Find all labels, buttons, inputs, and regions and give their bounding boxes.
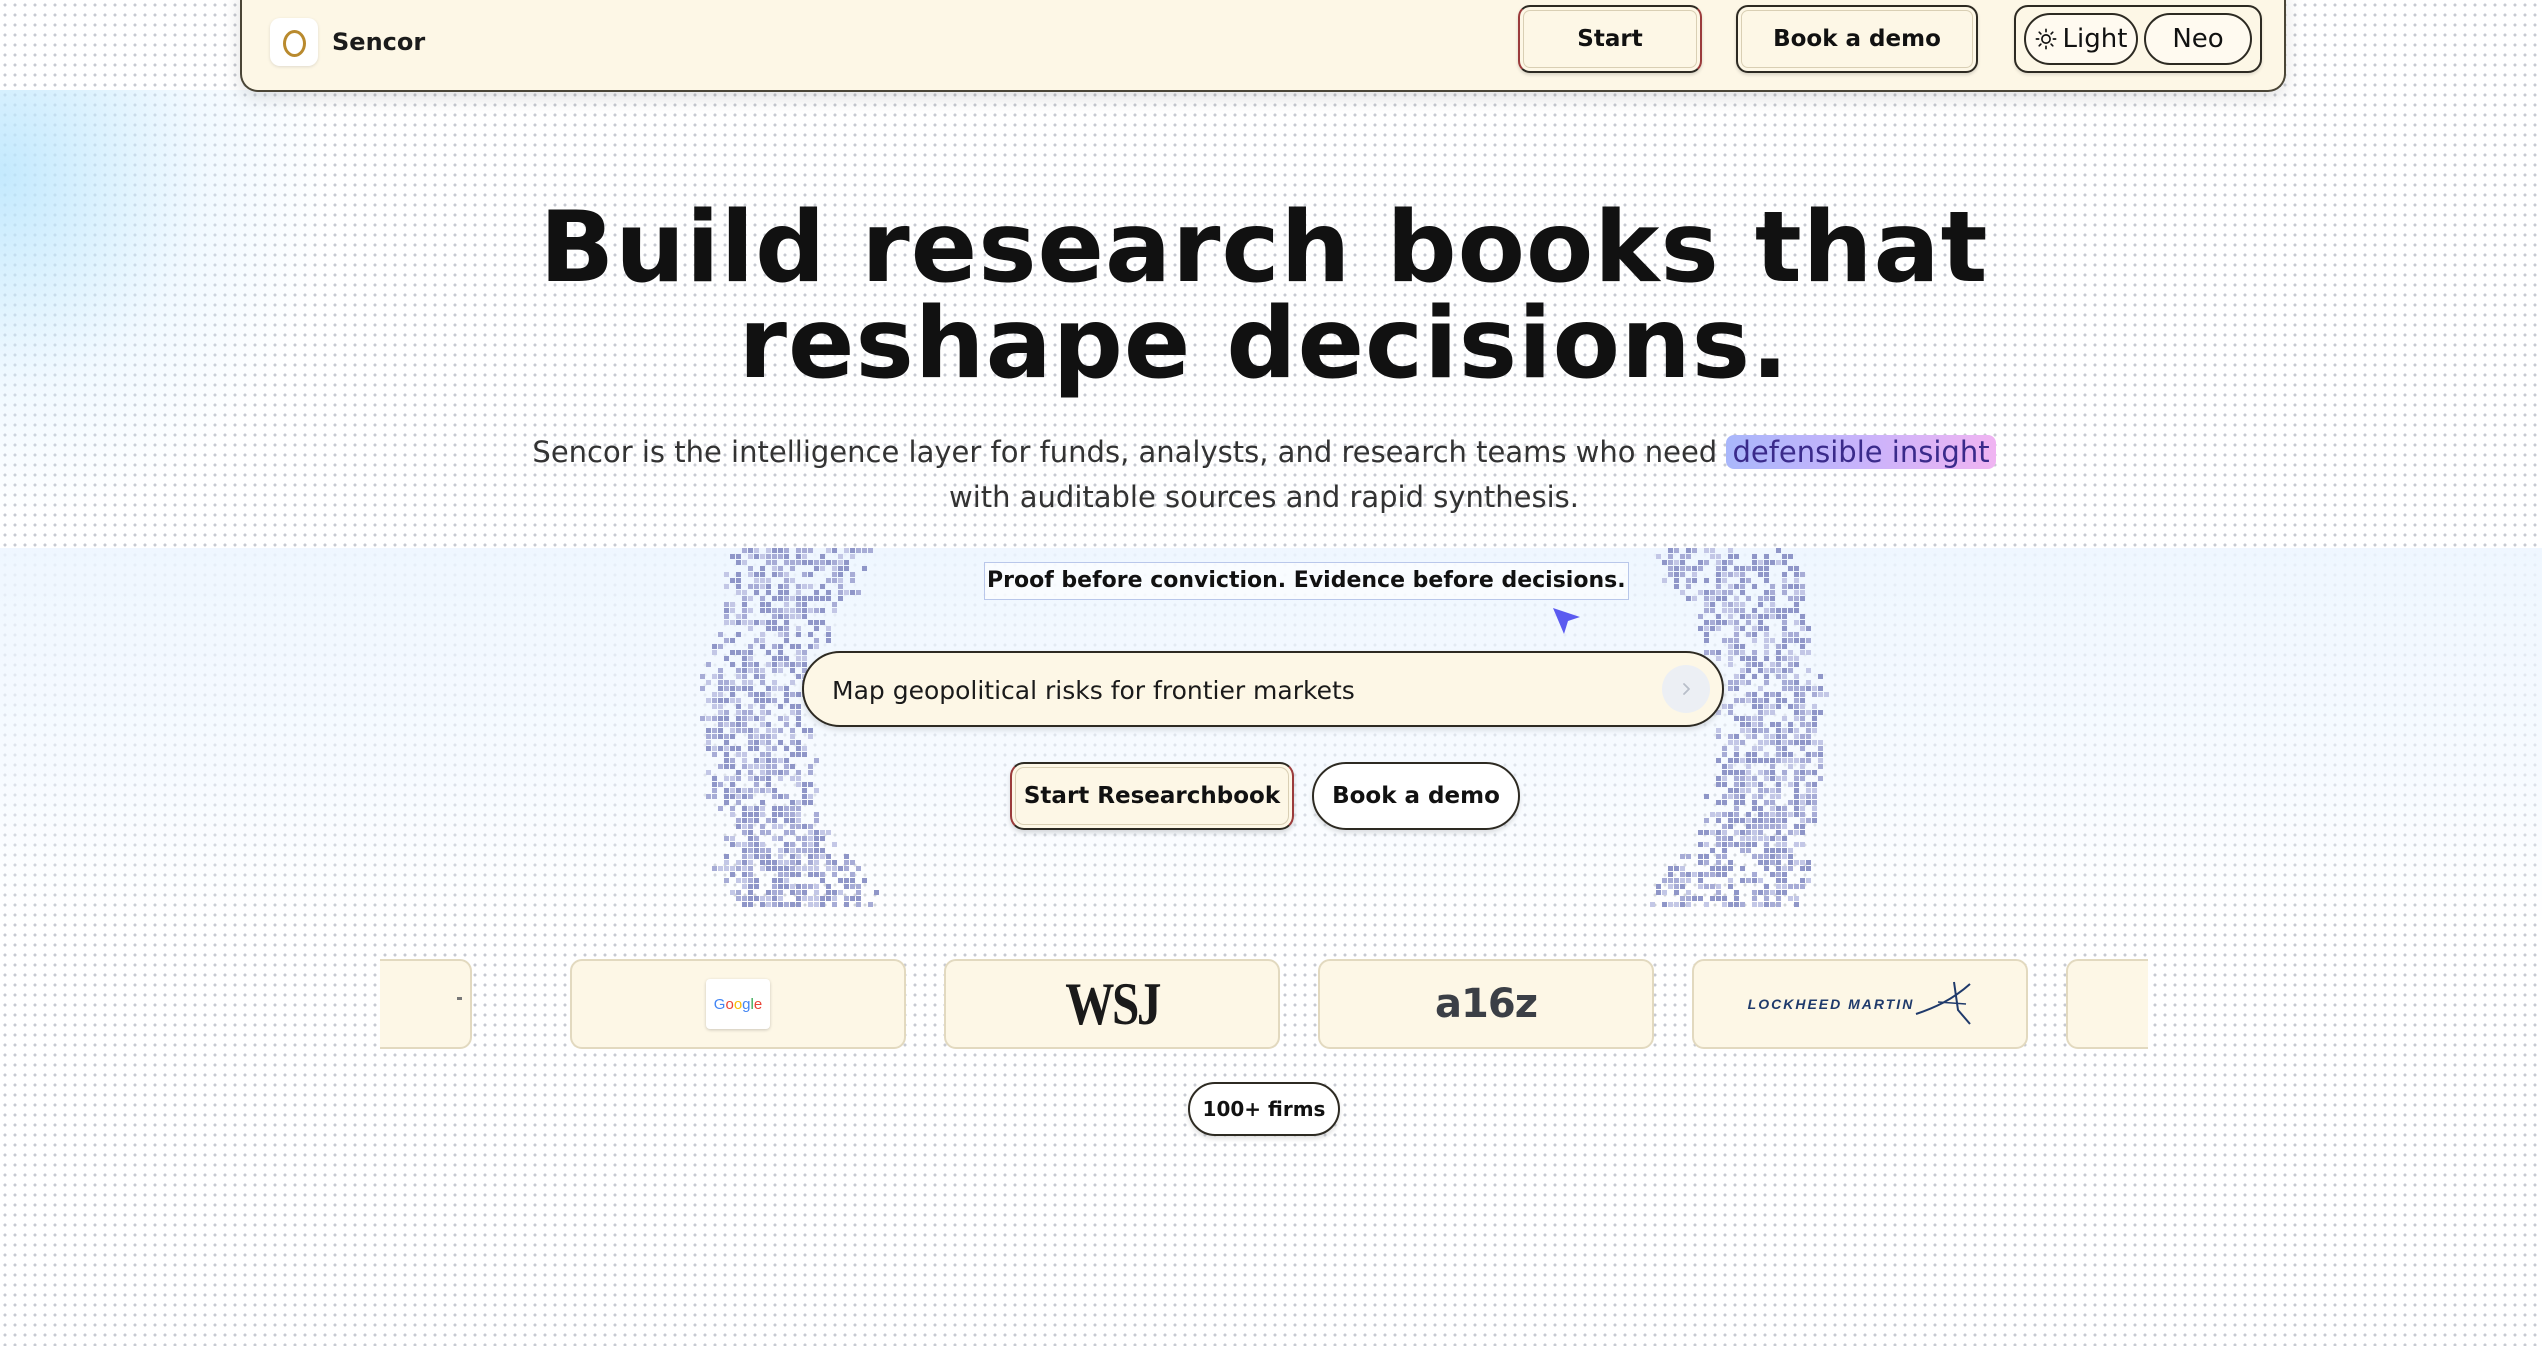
logo-card-partial-left [380,959,472,1049]
star-icon [1915,981,1972,1025]
logo-card-partial-right [2066,959,2148,1049]
logo-card-a16z: a16z [1318,959,1654,1049]
theme-neo-button[interactable]: Neo [2144,13,2252,65]
wsj-logo: WSJ [1065,970,1161,1037]
a16z-logo: a16z [1435,981,1538,1027]
google-logo: Google [706,979,770,1029]
book-demo-button[interactable]: Book a demo [1736,5,1978,73]
research-prompt-input[interactable] [830,653,1614,727]
start-button[interactable]: Start [1518,5,1702,73]
hero-title: Build research books that reshape decisi… [0,199,2528,393]
partial-logo-mark [457,997,462,1000]
hero-subtitle-post: with auditable sources and rapid synthes… [949,480,1579,514]
submit-prompt-button[interactable] [1662,665,1710,713]
firms-count-badge: 100+ firms [1188,1082,1340,1136]
theme-light-button[interactable]: Light [2024,13,2138,65]
top-navbar: Sencor Start Book a demo Light Neo [240,0,2286,92]
hero-title-line2: reshape decisions. [738,287,1790,401]
brand-name[interactable]: Sencor [332,28,425,56]
logo-card-lockheed: LOCKHEED MARTIN [1692,959,2028,1049]
ring-logo-icon [283,30,306,57]
lockheed-martin-logo: LOCKHEED MARTIN [1748,980,1973,1028]
chevron-right-icon [1683,683,1690,695]
hero-book-demo-button[interactable]: Book a demo [1312,762,1520,830]
research-prompt-bar [802,651,1724,727]
lockheed-wordmark: LOCKHEED MARTIN [1747,996,1915,1012]
sun-icon [2035,28,2056,50]
tagline: Proof before conviction. Evidence before… [984,562,1629,600]
start-researchbook-button[interactable]: Start Researchbook [1010,762,1294,830]
theme-switcher: Light Neo [2014,5,2262,73]
pixel-art-decoration-left [700,548,879,907]
client-logo-strip: Google WSJ a16z LOCKHEED MARTIN [380,955,2148,1051]
highlight-defensible-insight: defensible insight [1726,435,1996,469]
background-band [0,548,2542,928]
hero-subtitle-pre: Sencor is the intelligence layer for fun… [532,435,1727,469]
pixel-art-decoration-right [1650,548,1829,907]
theme-light-label: Light [2062,24,2128,54]
logo-card-google: Google [570,959,906,1049]
cursor-arrow-icon [1553,608,1580,634]
hero-subtitle: Sencor is the intelligence layer for fun… [520,430,2008,520]
logo-card-wsj: WSJ [944,959,1280,1049]
logo-icon[interactable] [270,18,318,66]
